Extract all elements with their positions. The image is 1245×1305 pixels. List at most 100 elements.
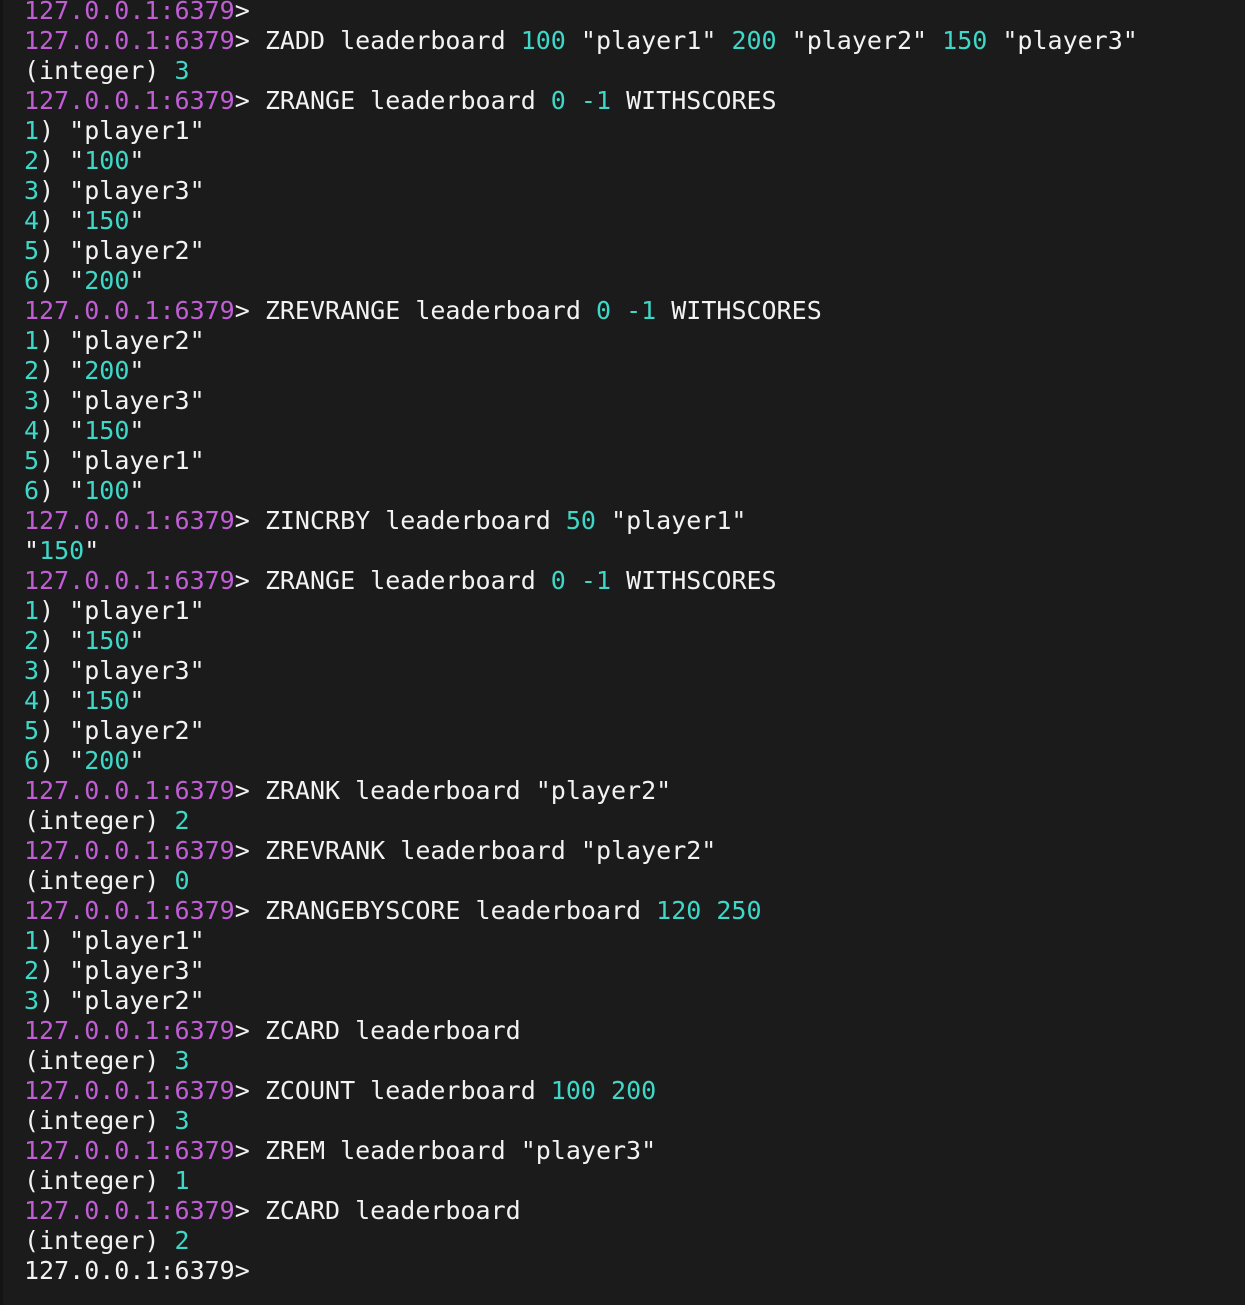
prompt-host: 127.0.0.1:6379 bbox=[24, 296, 235, 325]
terminal-text: WITHSCORES bbox=[611, 566, 777, 595]
terminal-text: WITHSCORES bbox=[656, 296, 822, 325]
numeric-token: 3 bbox=[24, 656, 40, 685]
numeric-token: 100 bbox=[84, 146, 130, 175]
numeric-token: 3 bbox=[174, 1046, 190, 1075]
output-line: 1) "player1" bbox=[24, 596, 1245, 626]
output-line: 5) "player1" bbox=[24, 446, 1245, 476]
numeric-token: 100 bbox=[520, 26, 566, 55]
numeric-token: 0 bbox=[550, 86, 566, 115]
terminal-text: ) " bbox=[39, 686, 85, 715]
numeric-token: 150 bbox=[84, 686, 130, 715]
numeric-token: 6 bbox=[24, 476, 40, 505]
terminal-text: > ZREVRANGE leaderboard bbox=[234, 296, 596, 325]
numeric-token: 150 bbox=[84, 206, 130, 235]
output-line: (integer) 3 bbox=[24, 1046, 1245, 1076]
terminal-text: > ZREVRANK leaderboard "player2" bbox=[234, 836, 717, 865]
numeric-token: 3 bbox=[24, 386, 40, 415]
terminal-text: > ZCOUNT leaderboard bbox=[234, 1076, 551, 1105]
numeric-token: 1 bbox=[24, 926, 40, 955]
numeric-token: 100 bbox=[84, 476, 130, 505]
numeric-token: 3 bbox=[24, 986, 40, 1015]
terminal-text: ) " bbox=[39, 416, 85, 445]
numeric-token: 120 bbox=[656, 896, 702, 925]
numeric-token: 4 bbox=[24, 416, 40, 445]
numeric-token: -1 bbox=[580, 566, 612, 595]
terminal-text: (integer) bbox=[24, 866, 175, 895]
output-line: 6) "100" bbox=[24, 476, 1245, 506]
command-line: 127.0.0.1:6379> ZCARD leaderboard bbox=[24, 1016, 1245, 1046]
terminal-text: (integer) bbox=[24, 1046, 175, 1075]
numeric-token: 0 bbox=[595, 296, 612, 325]
terminal-text: ) " bbox=[39, 266, 85, 295]
terminal-text: ) "player3" bbox=[39, 656, 205, 685]
prompt-host: 127.0.0.1:6379 bbox=[24, 776, 235, 805]
numeric-token: 150 bbox=[84, 416, 130, 445]
numeric-token: 2 bbox=[24, 956, 40, 985]
terminal-text: (integer) bbox=[24, 806, 175, 835]
numeric-token: 150 bbox=[84, 626, 130, 655]
output-line: (integer) 3 bbox=[24, 1106, 1245, 1136]
terminal-text: > ZADD leaderboard bbox=[234, 26, 521, 55]
terminal-text: " bbox=[129, 626, 145, 655]
command-line: 127.0.0.1:6379> ZREVRANGE leaderboard 0 … bbox=[24, 296, 1245, 326]
numeric-token: 2 bbox=[24, 146, 40, 175]
numeric-token: 5 bbox=[24, 236, 40, 265]
terminal-text: "player1" bbox=[565, 26, 732, 55]
terminal-text: ) "player1" bbox=[39, 446, 205, 475]
numeric-token: 2 bbox=[24, 626, 40, 655]
output-line: 5) "player2" bbox=[24, 716, 1245, 746]
prompt-host: 127.0.0.1:6379 bbox=[24, 1076, 235, 1105]
prompt-host: 127.0.0.1:6379 bbox=[24, 566, 235, 595]
terminal-text: ) "player2" bbox=[39, 986, 205, 1015]
window-left-border bbox=[0, 0, 3, 1305]
command-line: 127.0.0.1:6379> bbox=[24, 0, 1245, 26]
numeric-token: 3 bbox=[24, 176, 40, 205]
numeric-token: 3 bbox=[174, 1106, 190, 1135]
numeric-token: 200 bbox=[84, 746, 130, 775]
numeric-token: 200 bbox=[731, 26, 777, 55]
output-line: 1) "player2" bbox=[24, 326, 1245, 356]
output-line: "150" bbox=[24, 536, 1245, 566]
terminal-text: > ZCARD leaderboard bbox=[234, 1016, 521, 1045]
terminal-text: " bbox=[129, 146, 145, 175]
terminal-text: " bbox=[129, 416, 145, 445]
terminal-text: > ZRANGE leaderboard bbox=[234, 86, 551, 115]
numeric-token: 200 bbox=[611, 1076, 657, 1105]
terminal-text: ) "player2" bbox=[39, 716, 205, 745]
terminal-text: > ZCARD leaderboard bbox=[234, 1196, 521, 1225]
command-line: 127.0.0.1:6379> ZRANGE leaderboard 0 -1 … bbox=[24, 566, 1245, 596]
terminal-text: ) " bbox=[39, 476, 85, 505]
terminal-text: (integer) bbox=[24, 1166, 175, 1195]
output-line: 1) "player1" bbox=[24, 926, 1245, 956]
output-line: (integer) 3 bbox=[24, 56, 1245, 86]
output-line: 5) "player2" bbox=[24, 236, 1245, 266]
numeric-token: 150 bbox=[39, 536, 85, 565]
terminal-text: > ZRANK leaderboard "player2" bbox=[234, 776, 672, 805]
output-line: (integer) 2 bbox=[24, 1226, 1245, 1256]
numeric-token: 100 bbox=[550, 1076, 596, 1105]
terminal-text: ) "player2" bbox=[39, 326, 205, 355]
output-line: 2) "200" bbox=[24, 356, 1245, 386]
output-line: 3) "player3" bbox=[24, 176, 1245, 206]
terminal-text: ) "player3" bbox=[39, 386, 205, 415]
terminal-text: WITHSCORES bbox=[611, 86, 777, 115]
prompt-host: 127.0.0.1:6379 bbox=[24, 1016, 235, 1045]
terminal-text: " bbox=[24, 536, 40, 565]
numeric-token: 3 bbox=[174, 56, 190, 85]
terminal-text: ) "player3" bbox=[39, 956, 205, 985]
terminal-text: > ZREM leaderboard "player3" bbox=[234, 1136, 657, 1165]
output-line: (integer) 0 bbox=[24, 866, 1245, 896]
terminal-window[interactable]: 127.0.0.1:6379> 127.0.0.1:6379> ZADD lead… bbox=[0, 0, 1245, 1305]
terminal-text: > ZRANGEBYSCORE leaderboard bbox=[234, 896, 657, 925]
terminal-text: ) " bbox=[39, 206, 85, 235]
numeric-token: 0 bbox=[174, 866, 190, 895]
command-line: 127.0.0.1:6379> ZRANGE leaderboard 0 -1 … bbox=[24, 86, 1245, 116]
prompt-host: 127.0.0.1:6379 bbox=[24, 26, 235, 55]
terminal-text: ) " bbox=[39, 746, 85, 775]
prompt-host: 127.0.0.1:6379 bbox=[24, 506, 235, 535]
numeric-token: 200 bbox=[84, 266, 130, 295]
terminal-text: " bbox=[129, 206, 145, 235]
output-line: 3) "player3" bbox=[24, 656, 1245, 686]
